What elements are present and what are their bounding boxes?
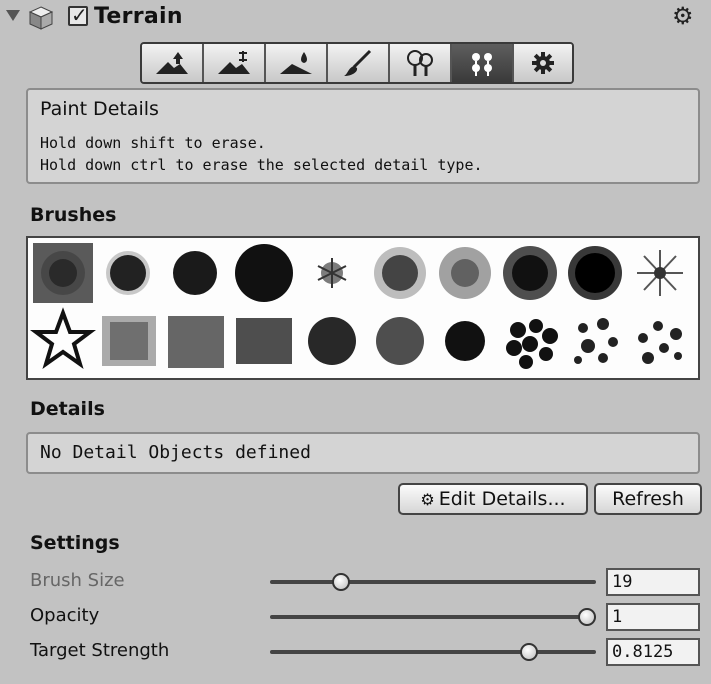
brush-item[interactable] — [173, 251, 217, 295]
opacity-field[interactable]: 1 — [606, 603, 700, 631]
refresh-button[interactable]: Refresh — [594, 483, 702, 515]
brush-size-slider[interactable] — [270, 573, 596, 591]
edit-details-label: Edit Details... — [438, 488, 566, 510]
no-details-message: No Detail Objects defined — [40, 442, 311, 463]
brush-item[interactable] — [503, 246, 557, 300]
brush-item[interactable] — [574, 318, 618, 364]
gear-icon — [532, 52, 554, 74]
smooth-height-button[interactable] — [266, 44, 328, 82]
brush-grid — [26, 236, 700, 380]
brush-item[interactable] — [317, 258, 347, 288]
brush-item[interactable] — [235, 244, 293, 302]
edit-details-button[interactable]: ⚙ Edit Details... — [398, 483, 588, 515]
help-line-ctrl: Hold down ctrl to erase the selected det… — [40, 156, 483, 174]
brush-item[interactable] — [33, 243, 93, 303]
brush-size-label: Brush Size — [30, 570, 125, 591]
brush-item[interactable] — [168, 316, 224, 368]
slider-thumb[interactable] — [331, 573, 350, 591]
paint-texture-button[interactable] — [328, 44, 390, 82]
details-list: No Detail Objects defined — [26, 432, 700, 474]
paint-height-button[interactable] — [204, 44, 266, 82]
gear-icon[interactable]: ⚙ — [672, 2, 694, 30]
mountain-height-icon — [218, 51, 250, 74]
brush-item[interactable] — [374, 247, 426, 299]
brush-item[interactable] — [236, 318, 292, 364]
brush-thumbnails — [30, 243, 683, 369]
target-strength-label: Target Strength — [30, 640, 170, 661]
brush-item[interactable] — [568, 246, 622, 300]
details-heading: Details — [30, 398, 105, 420]
paint-details-button[interactable] — [452, 44, 514, 82]
opacity-slider[interactable] — [270, 608, 596, 626]
inspector-header: Terrain ⚙ — [0, 0, 711, 36]
raise-lower-terrain-button[interactable] — [142, 44, 204, 82]
help-line-shift: Hold down shift to erase. — [40, 134, 266, 152]
brush-item[interactable] — [506, 319, 558, 369]
target-strength-field[interactable]: 0.8125 — [606, 638, 700, 666]
slider-thumb[interactable] — [578, 608, 596, 626]
target-strength-slider[interactable] — [270, 643, 596, 661]
brush-item[interactable] — [106, 251, 150, 295]
brush-item[interactable] — [308, 317, 356, 365]
brush-item[interactable] — [439, 247, 491, 299]
brush-item[interactable] — [30, 307, 96, 369]
brush-item[interactable] — [637, 250, 683, 296]
brush-item[interactable] — [102, 316, 156, 366]
trees-icon — [407, 50, 433, 76]
component-title: Terrain — [94, 4, 183, 29]
mountain-raise-icon — [156, 52, 188, 74]
terrain-cube-icon — [28, 6, 54, 30]
help-box: Paint Details Hold down shift to erase. … — [26, 88, 700, 184]
settings-heading: Settings — [30, 532, 120, 554]
brush-item[interactable] — [376, 317, 424, 365]
brush-item[interactable] — [638, 321, 682, 364]
brush-item[interactable] — [445, 321, 485, 361]
foldout-arrow-icon[interactable] — [6, 10, 20, 21]
gear-icon: ⚙ — [420, 489, 435, 509]
terrain-settings-button[interactable] — [514, 44, 572, 82]
terrain-tool-toolbar — [140, 42, 574, 84]
opacity-label: Opacity — [30, 605, 100, 626]
brushes-heading: Brushes — [30, 204, 117, 226]
slider-thumb[interactable] — [520, 643, 539, 661]
help-title: Paint Details — [40, 98, 159, 120]
flowers-icon — [472, 53, 492, 76]
mountain-smooth-icon — [280, 52, 312, 74]
paintbrush-icon — [344, 49, 372, 76]
brush-size-field[interactable]: 19 — [606, 568, 700, 596]
place-trees-button[interactable] — [390, 44, 452, 82]
enabled-checkbox[interactable] — [68, 3, 88, 27]
